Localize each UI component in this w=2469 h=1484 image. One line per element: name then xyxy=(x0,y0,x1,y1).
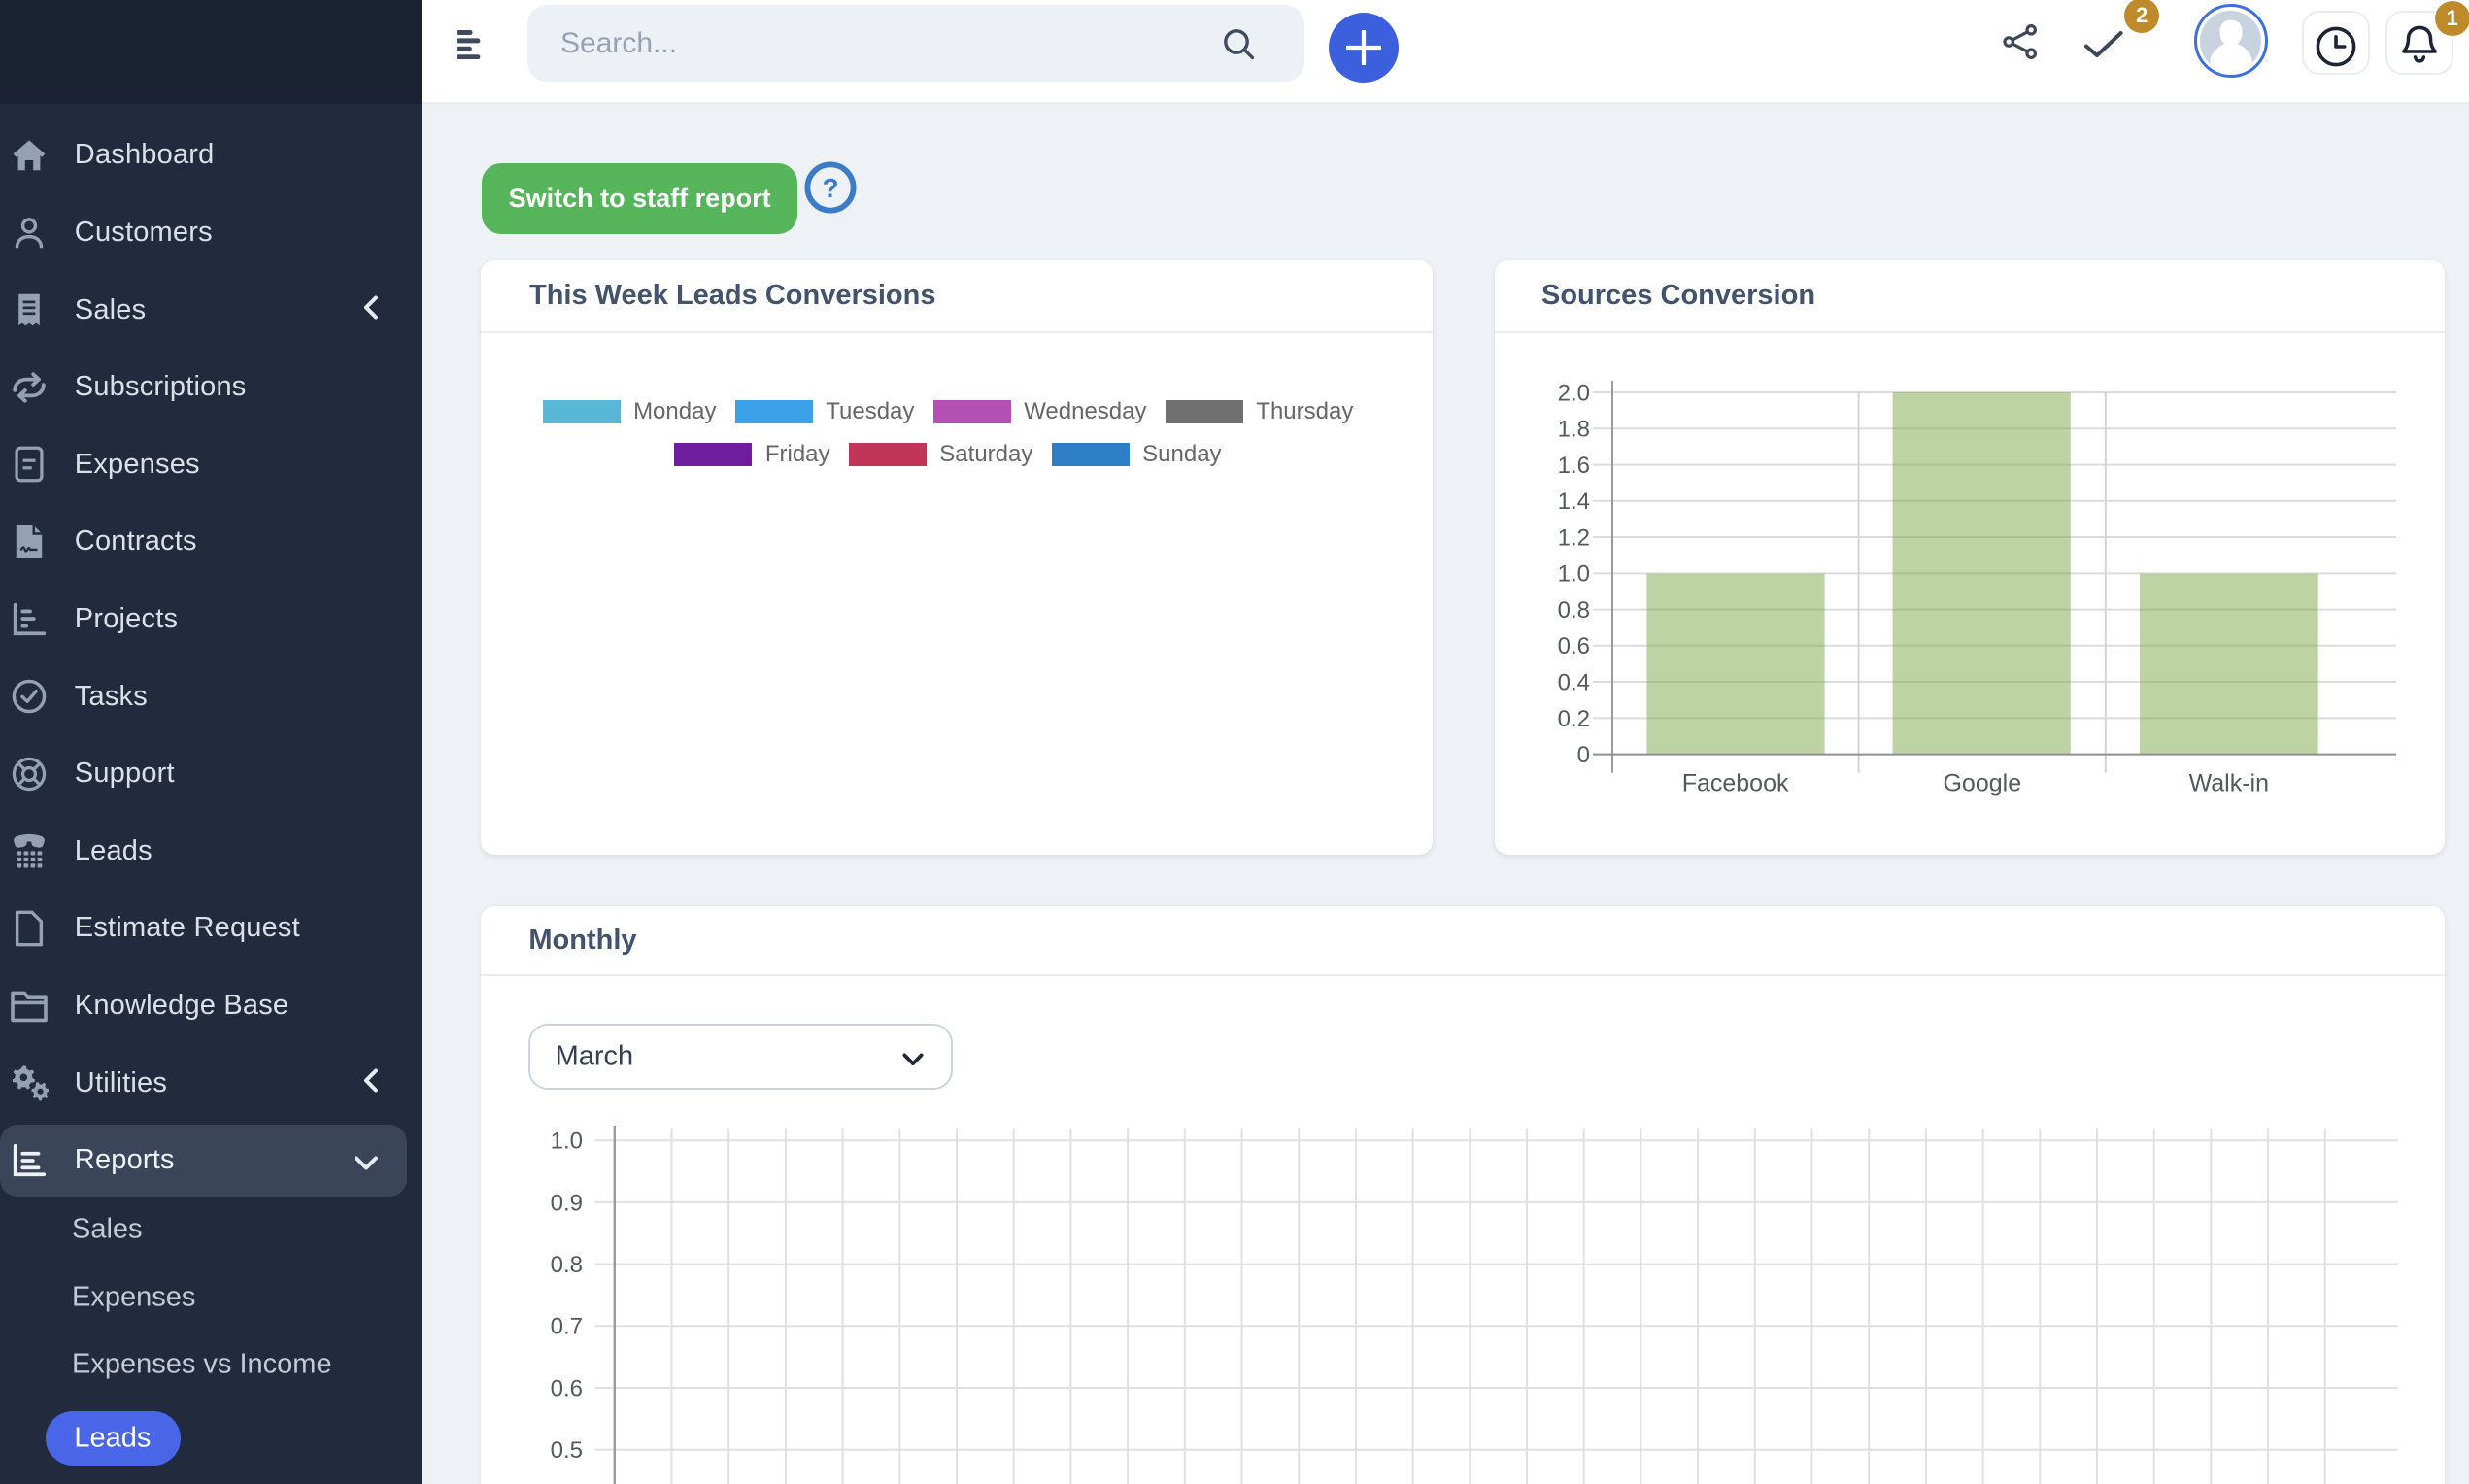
svg-text:1.0: 1.0 xyxy=(1558,561,1590,588)
svg-text:Google: Google xyxy=(1943,770,2021,797)
svg-text:0.7: 0.7 xyxy=(551,1313,583,1339)
svg-text:1.4: 1.4 xyxy=(1558,489,1590,515)
svg-text:1.0: 1.0 xyxy=(551,1128,583,1154)
svg-text:1.2: 1.2 xyxy=(1558,524,1590,551)
svg-text:?: ? xyxy=(822,174,838,204)
svg-text:1.8: 1.8 xyxy=(1558,417,1590,443)
svg-text:Walk-in: Walk-in xyxy=(2189,770,2269,797)
svg-text:0.8: 0.8 xyxy=(551,1252,583,1278)
svg-text:0.4: 0.4 xyxy=(1558,669,1590,695)
svg-text:1.6: 1.6 xyxy=(1558,453,1590,479)
svg-text:0.6: 0.6 xyxy=(1558,633,1590,659)
svg-text:0.6: 0.6 xyxy=(551,1375,583,1401)
svg-text:0.2: 0.2 xyxy=(1558,706,1590,732)
svg-text:0: 0 xyxy=(1577,742,1590,768)
svg-text:0.9: 0.9 xyxy=(551,1190,583,1216)
svg-text:2.0: 2.0 xyxy=(1558,380,1590,406)
svg-text:Facebook: Facebook xyxy=(1682,770,1789,797)
svg-text:0.8: 0.8 xyxy=(1558,597,1590,624)
svg-text:0.5: 0.5 xyxy=(551,1437,583,1464)
